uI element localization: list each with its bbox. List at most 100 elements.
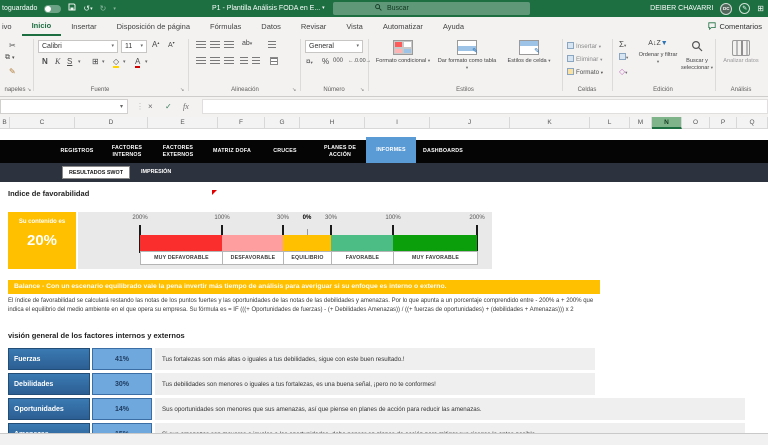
format-painter-icon[interactable]: ✎	[9, 67, 16, 76]
decrease-font-icon[interactable]: A▾	[168, 40, 175, 49]
number-format-select[interactable]: General ▾	[305, 40, 363, 53]
nav-tab-dashboards[interactable]: DASHBOARDS	[407, 140, 479, 163]
tab-formulas[interactable]: Fórmulas	[200, 17, 251, 36]
bold-button[interactable]: N	[42, 57, 48, 66]
nav-tab-cruces[interactable]: CRUCES	[260, 140, 310, 163]
horizontal-scrollbar[interactable]	[0, 433, 768, 445]
cancel-entry-icon[interactable]: ×	[148, 99, 153, 114]
user-name[interactable]: DEIBER CHAVARRI	[650, 5, 713, 12]
copy-icon[interactable]: ⧉ ▾	[5, 54, 14, 62]
undo-icon[interactable]: ↺▾	[83, 0, 92, 18]
numero-launcher-icon[interactable]: ↘	[360, 87, 364, 93]
toolbar-options-icon[interactable]: ▾	[113, 0, 116, 18]
column-header[interactable]: O	[682, 117, 710, 129]
percent-style-icon[interactable]: %	[322, 57, 329, 66]
align-left-icon[interactable]	[196, 57, 206, 67]
column-header[interactable]: B	[0, 117, 10, 129]
comma-style-icon[interactable]: 000	[333, 58, 343, 64]
tab-datos[interactable]: Datos	[251, 17, 291, 36]
italic-button[interactable]: K	[55, 57, 60, 66]
merge-center-icon[interactable]	[270, 57, 278, 67]
column-header[interactable]: D	[75, 117, 148, 129]
delete-cells-button[interactable]: Eliminar ▾	[567, 55, 602, 63]
name-box-caret-icon[interactable]: ▾	[120, 103, 123, 110]
column-header[interactable]: L	[590, 117, 630, 129]
format-cells-button[interactable]: Formato ▾	[567, 68, 603, 76]
tab-inicio[interactable]: Inicio	[21, 17, 62, 36]
alineacion-launcher-icon[interactable]: ↘	[292, 87, 296, 93]
increase-font-icon[interactable]: A▴	[152, 40, 159, 49]
fuente-launcher-icon[interactable]: ↘	[180, 87, 184, 93]
column-header[interactable]: G	[265, 117, 300, 129]
factor-pct-cell[interactable]: 30%	[92, 373, 152, 395]
factor-pct-cell[interactable]: 14%	[92, 398, 152, 420]
factor-text-cell[interactable]: Sus oportunidades son menores que sus am…	[155, 398, 745, 420]
clear-icon[interactable]: ◇▾	[619, 67, 627, 76]
decrease-indent-icon[interactable]	[240, 57, 248, 67]
align-middle-icon[interactable]	[210, 41, 220, 51]
increase-indent-icon[interactable]	[252, 57, 260, 67]
comments-button[interactable]: Comentarios	[708, 17, 762, 36]
nav-tab-factores-internos[interactable]: FACTORES INTERNOS	[107, 140, 147, 163]
borders-caret-icon[interactable]: ▾	[102, 59, 105, 65]
insert-function-icon[interactable]: fx	[183, 99, 189, 114]
edit-mode-icon[interactable]: ✎	[739, 3, 751, 14]
column-header[interactable]: C	[10, 117, 75, 129]
factor-text-cell[interactable]: Tus debilidades son menores o iguales a …	[155, 373, 595, 395]
factor-name-cell[interactable]: Debilidades	[8, 373, 90, 395]
borders-icon[interactable]: ⊞	[92, 57, 99, 66]
column-header[interactable]: I	[365, 117, 430, 129]
font-color-icon[interactable]: A	[135, 57, 141, 68]
nav-tab-planes-accion[interactable]: PLANES DE ACCIÓN	[320, 140, 360, 163]
font-name-select[interactable]: Calibri ▾	[38, 40, 118, 53]
accounting-format-icon[interactable]: ¤▾	[306, 57, 313, 66]
tab-revisar[interactable]: Revisar	[291, 17, 336, 36]
column-header[interactable]: Q	[737, 117, 768, 129]
wrap-text-icon[interactable]	[268, 41, 276, 51]
fill-down-icon[interactable]: ▾	[619, 53, 628, 61]
column-header[interactable]: M	[630, 117, 652, 129]
formula-input[interactable]	[202, 99, 768, 114]
insert-cells-button[interactable]: Insertar ▾	[567, 42, 601, 50]
autosave-toggle[interactable]	[44, 4, 62, 13]
fill-caret-icon[interactable]: ▾	[123, 59, 126, 65]
tab-ayuda[interactable]: Ayuda	[433, 17, 474, 36]
tab-insertar[interactable]: Insertar	[61, 17, 106, 36]
nav-tab-registros[interactable]: REGISTROS	[42, 140, 112, 163]
tab-archivo[interactable]: ivo	[0, 17, 22, 36]
column-header[interactable]: K	[510, 117, 590, 129]
column-header-selected[interactable]: N	[652, 117, 682, 129]
confirm-entry-icon[interactable]: ✓	[165, 99, 172, 114]
factor-pct-cell[interactable]: 41%	[92, 348, 152, 370]
search-box[interactable]: Buscar	[333, 2, 530, 15]
factor-text-cell[interactable]: Tus fortalezas son más altas o iguales a…	[155, 348, 595, 370]
tab-vista[interactable]: Vista	[336, 17, 373, 36]
column-header[interactable]: F	[218, 117, 265, 129]
avatar[interactable]: DC	[720, 2, 733, 15]
window-restore-icon[interactable]: ⊞	[757, 0, 764, 17]
orientation-icon[interactable]: ab▾	[242, 40, 252, 47]
find-select-button[interactable]: Buscar y seleccionar ▾	[680, 38, 714, 72]
sort-filter-button[interactable]: A↓Z▼ Ordenar y filtrar ▾	[638, 38, 678, 66]
name-box[interactable]: ▾	[0, 99, 128, 114]
cell-styles-button[interactable]: ✎ Estilos de celda ▾	[502, 38, 556, 65]
nav-tab-factores-externos[interactable]: FACTORES EXTERNOS	[158, 140, 198, 163]
underline-button[interactable]: S	[67, 57, 72, 66]
align-center-icon[interactable]	[210, 57, 220, 67]
factor-name-cell[interactable]: Fuerzas	[8, 348, 90, 370]
column-header[interactable]: P	[710, 117, 737, 129]
font-size-select[interactable]: 11 ▾	[121, 40, 147, 53]
decrease-decimal-icon[interactable]: .00→	[358, 58, 371, 64]
subnav-tab-resultados-swot[interactable]: RESULTADOS SWOT	[62, 166, 130, 179]
tab-disposicion[interactable]: Disposición de página	[107, 17, 200, 36]
increase-decimal-icon[interactable]: ←.0	[348, 58, 358, 64]
cut-icon[interactable]: ✂	[9, 41, 16, 50]
align-right-icon[interactable]	[224, 57, 234, 67]
column-header[interactable]: E	[148, 117, 218, 129]
underline-caret-icon[interactable]: ▾	[78, 59, 81, 65]
align-top-icon[interactable]	[196, 41, 206, 51]
nav-tab-matriz-dofa[interactable]: MATRIZ DOFA	[197, 140, 267, 163]
save-icon[interactable]	[68, 0, 76, 17]
autosum-icon[interactable]: Σ▾	[619, 40, 626, 49]
portapapeles-launcher-icon[interactable]: ↘	[27, 87, 31, 93]
